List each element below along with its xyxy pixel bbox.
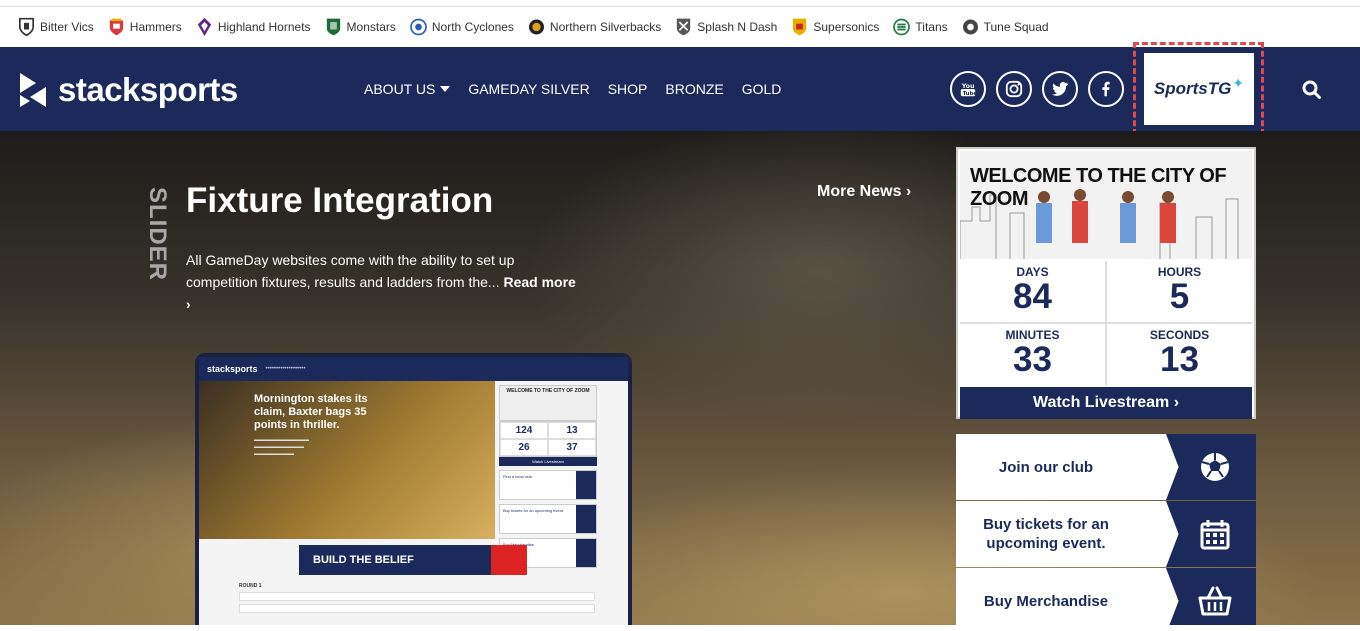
team-link-highland-hornets[interactable]: Highland Hornets <box>196 17 311 37</box>
website-mockup-image: stacksports ••••••••••••••••••• Morningt… <box>195 353 632 625</box>
stacksports-logo-icon <box>20 73 46 107</box>
sportstg-logo[interactable]: SportsTG ✦ <box>1144 53 1254 125</box>
team-link-northern-silverbacks[interactable]: Northern Silverbacks <box>528 17 661 37</box>
mockup-sidebar: WELCOME TO THE CITY OF ZOOM 124 13 26 37… <box>499 385 597 568</box>
action-icon-box <box>1166 501 1256 567</box>
soccer-ball-icon <box>1201 453 1229 481</box>
northern-silverbacks-crest-icon <box>528 17 545 37</box>
team-link-bitter-vics[interactable]: Bitter Vics <box>18 17 94 37</box>
team-link-hammers[interactable]: Hammers <box>108 17 182 37</box>
team-link-north-cyclones[interactable]: North Cyclones <box>410 17 514 37</box>
mockup-livestream: Watch Livestream <box>499 457 597 466</box>
logo-text: stacksports <box>58 71 238 108</box>
team-link-tune-squad[interactable]: Tune Squad <box>962 17 1049 37</box>
hero-slider: SLIDER Fixture Integration All GameDay w… <box>0 131 1360 625</box>
countdown-days: DAYS 84 <box>960 261 1105 322</box>
hero-title: Fixture Integration <box>186 181 494 220</box>
youtube-link[interactable]: You Tube <box>950 71 986 107</box>
mockup-action: Find a local club. <box>499 470 597 500</box>
facebook-link[interactable] <box>1088 71 1124 107</box>
menu-item-gold[interactable]: GOLD <box>742 81 782 97</box>
titans-crest-icon <box>893 17 911 37</box>
countdown-grid: DAYS 84 HOURS 5 MINUTES 33 SECONDS 13 <box>960 261 1252 385</box>
mockup-hero: Mornington stakes its claim, Baxter bags… <box>199 381 495 539</box>
watch-livestream-button[interactable]: Watch Livestream › <box>960 387 1252 419</box>
mockup-table-row <box>239 604 595 613</box>
splash-n-dash-crest-icon <box>675 17 692 37</box>
mockup-countdown: 124 13 26 37 <box>499 421 597 457</box>
mockup-headline: Mornington stakes its claim, Baxter bags… <box>254 393 368 431</box>
social-links: You Tube <box>950 71 1124 107</box>
hammers-crest-icon <box>108 17 125 37</box>
hero-description: All GameDay websites come with the abili… <box>186 252 576 312</box>
twitter-link[interactable] <box>1042 71 1078 107</box>
mockup-fixtures-table: ROUND 1 <box>239 583 595 625</box>
svg-text:Tube: Tube <box>963 91 977 97</box>
instagram-icon <box>1005 80 1023 98</box>
team-link-monstars[interactable]: Monstars <box>325 17 396 37</box>
mockup-nav: stacksports ••••••••••••••••••• <box>199 357 628 381</box>
countdown-seconds: SECONDS 13 <box>1107 324 1252 385</box>
more-news-link[interactable]: More News › <box>817 183 911 201</box>
twitter-icon <box>1051 82 1069 96</box>
instagram-link[interactable] <box>996 71 1032 107</box>
page-bottom-edge <box>0 625 1360 631</box>
buy-tickets-button[interactable]: Buy tickets for an upcoming event. <box>956 501 1256 567</box>
bitter-vics-crest-icon <box>18 17 35 37</box>
action-icon-box <box>1166 434 1256 500</box>
monstars-crest-icon <box>325 17 342 37</box>
action-panel: Join our club Buy tickets for an upcomin… <box>956 434 1256 625</box>
stacksports-logo[interactable]: stacksports <box>16 70 238 110</box>
tune-squad-crest-icon <box>962 17 979 37</box>
team-link-titans[interactable]: Titans <box>893 17 948 37</box>
sponsor-highlight-frame: SportsTG ✦ <box>1133 42 1264 135</box>
mockup-action: Buy tickets for an upcoming event. <box>499 504 597 534</box>
mockup-banner: BUILD THE BELIEF <box>299 545 527 575</box>
team-bar: Bitter Vics Hammers Highland Hornets Mon… <box>0 6 1360 46</box>
youtube-icon: YouTube <box>961 83 977 97</box>
mockup-screen: stacksports ••••••••••••••••••• Morningt… <box>199 357 628 625</box>
mockup-poster: WELCOME TO THE CITY OF ZOOM <box>499 385 597 421</box>
buy-merchandise-button[interactable]: Buy Merchandise <box>956 568 1256 625</box>
menu-item-gameday-silver[interactable]: GAMEDAY SILVER <box>468 81 589 97</box>
search-icon <box>1302 80 1321 99</box>
main-navbar: stacksports ABOUT US GAMEDAY SILVER SHOP… <box>0 42 1360 135</box>
highland-hornets-crest-icon <box>196 17 213 37</box>
mockup-subtext-lines: ▬▬▬▬▬▬▬▬▬▬▬ ▬▬▬▬▬▬▬▬▬▬ ▬▬▬▬▬▬▬▬ <box>254 437 309 457</box>
team-link-splash-n-dash[interactable]: Splash N Dash <box>675 17 777 37</box>
menu-item-shop[interactable]: SHOP <box>608 81 648 97</box>
calendar-icon <box>1200 520 1230 550</box>
team-link-supersonics[interactable]: Supersonics <box>791 17 879 37</box>
countdown-hours: HOURS 5 <box>1107 261 1252 322</box>
search-button[interactable] <box>1301 79 1323 101</box>
north-cyclones-crest-icon <box>410 17 427 37</box>
chevron-down-icon <box>440 86 451 92</box>
shopping-basket-icon <box>1198 586 1232 616</box>
mockup-banner-accent <box>491 545 527 575</box>
menu-item-bronze[interactable]: BRONZE <box>665 81 723 97</box>
countdown-minutes: MINUTES 33 <box>960 324 1105 385</box>
mockup-table-row <box>239 592 595 601</box>
slider-label: SLIDER <box>144 187 171 282</box>
mockup-menu-dots: ••••••••••••••••••• <box>265 366 306 372</box>
countdown-widget: WELCOME TO THE CITY OF ZOOM DAYS 84 HOUR… <box>956 147 1256 419</box>
sparkle-icon: ✦ <box>1232 74 1245 91</box>
supersonics-crest-icon <box>791 17 808 37</box>
facebook-icon <box>1102 81 1110 97</box>
poster-title: WELCOME TO THE CITY OF ZOOM <box>970 165 1227 210</box>
menu-item-about-us[interactable]: ABOUT US <box>364 81 451 97</box>
action-icon-box <box>1166 568 1256 625</box>
main-menu: ABOUT US GAMEDAY SILVER SHOP BRONZE GOLD <box>364 47 799 131</box>
join-club-button[interactable]: Join our club <box>956 434 1256 500</box>
event-poster-image[interactable]: WELCOME TO THE CITY OF ZOOM <box>960 151 1252 259</box>
